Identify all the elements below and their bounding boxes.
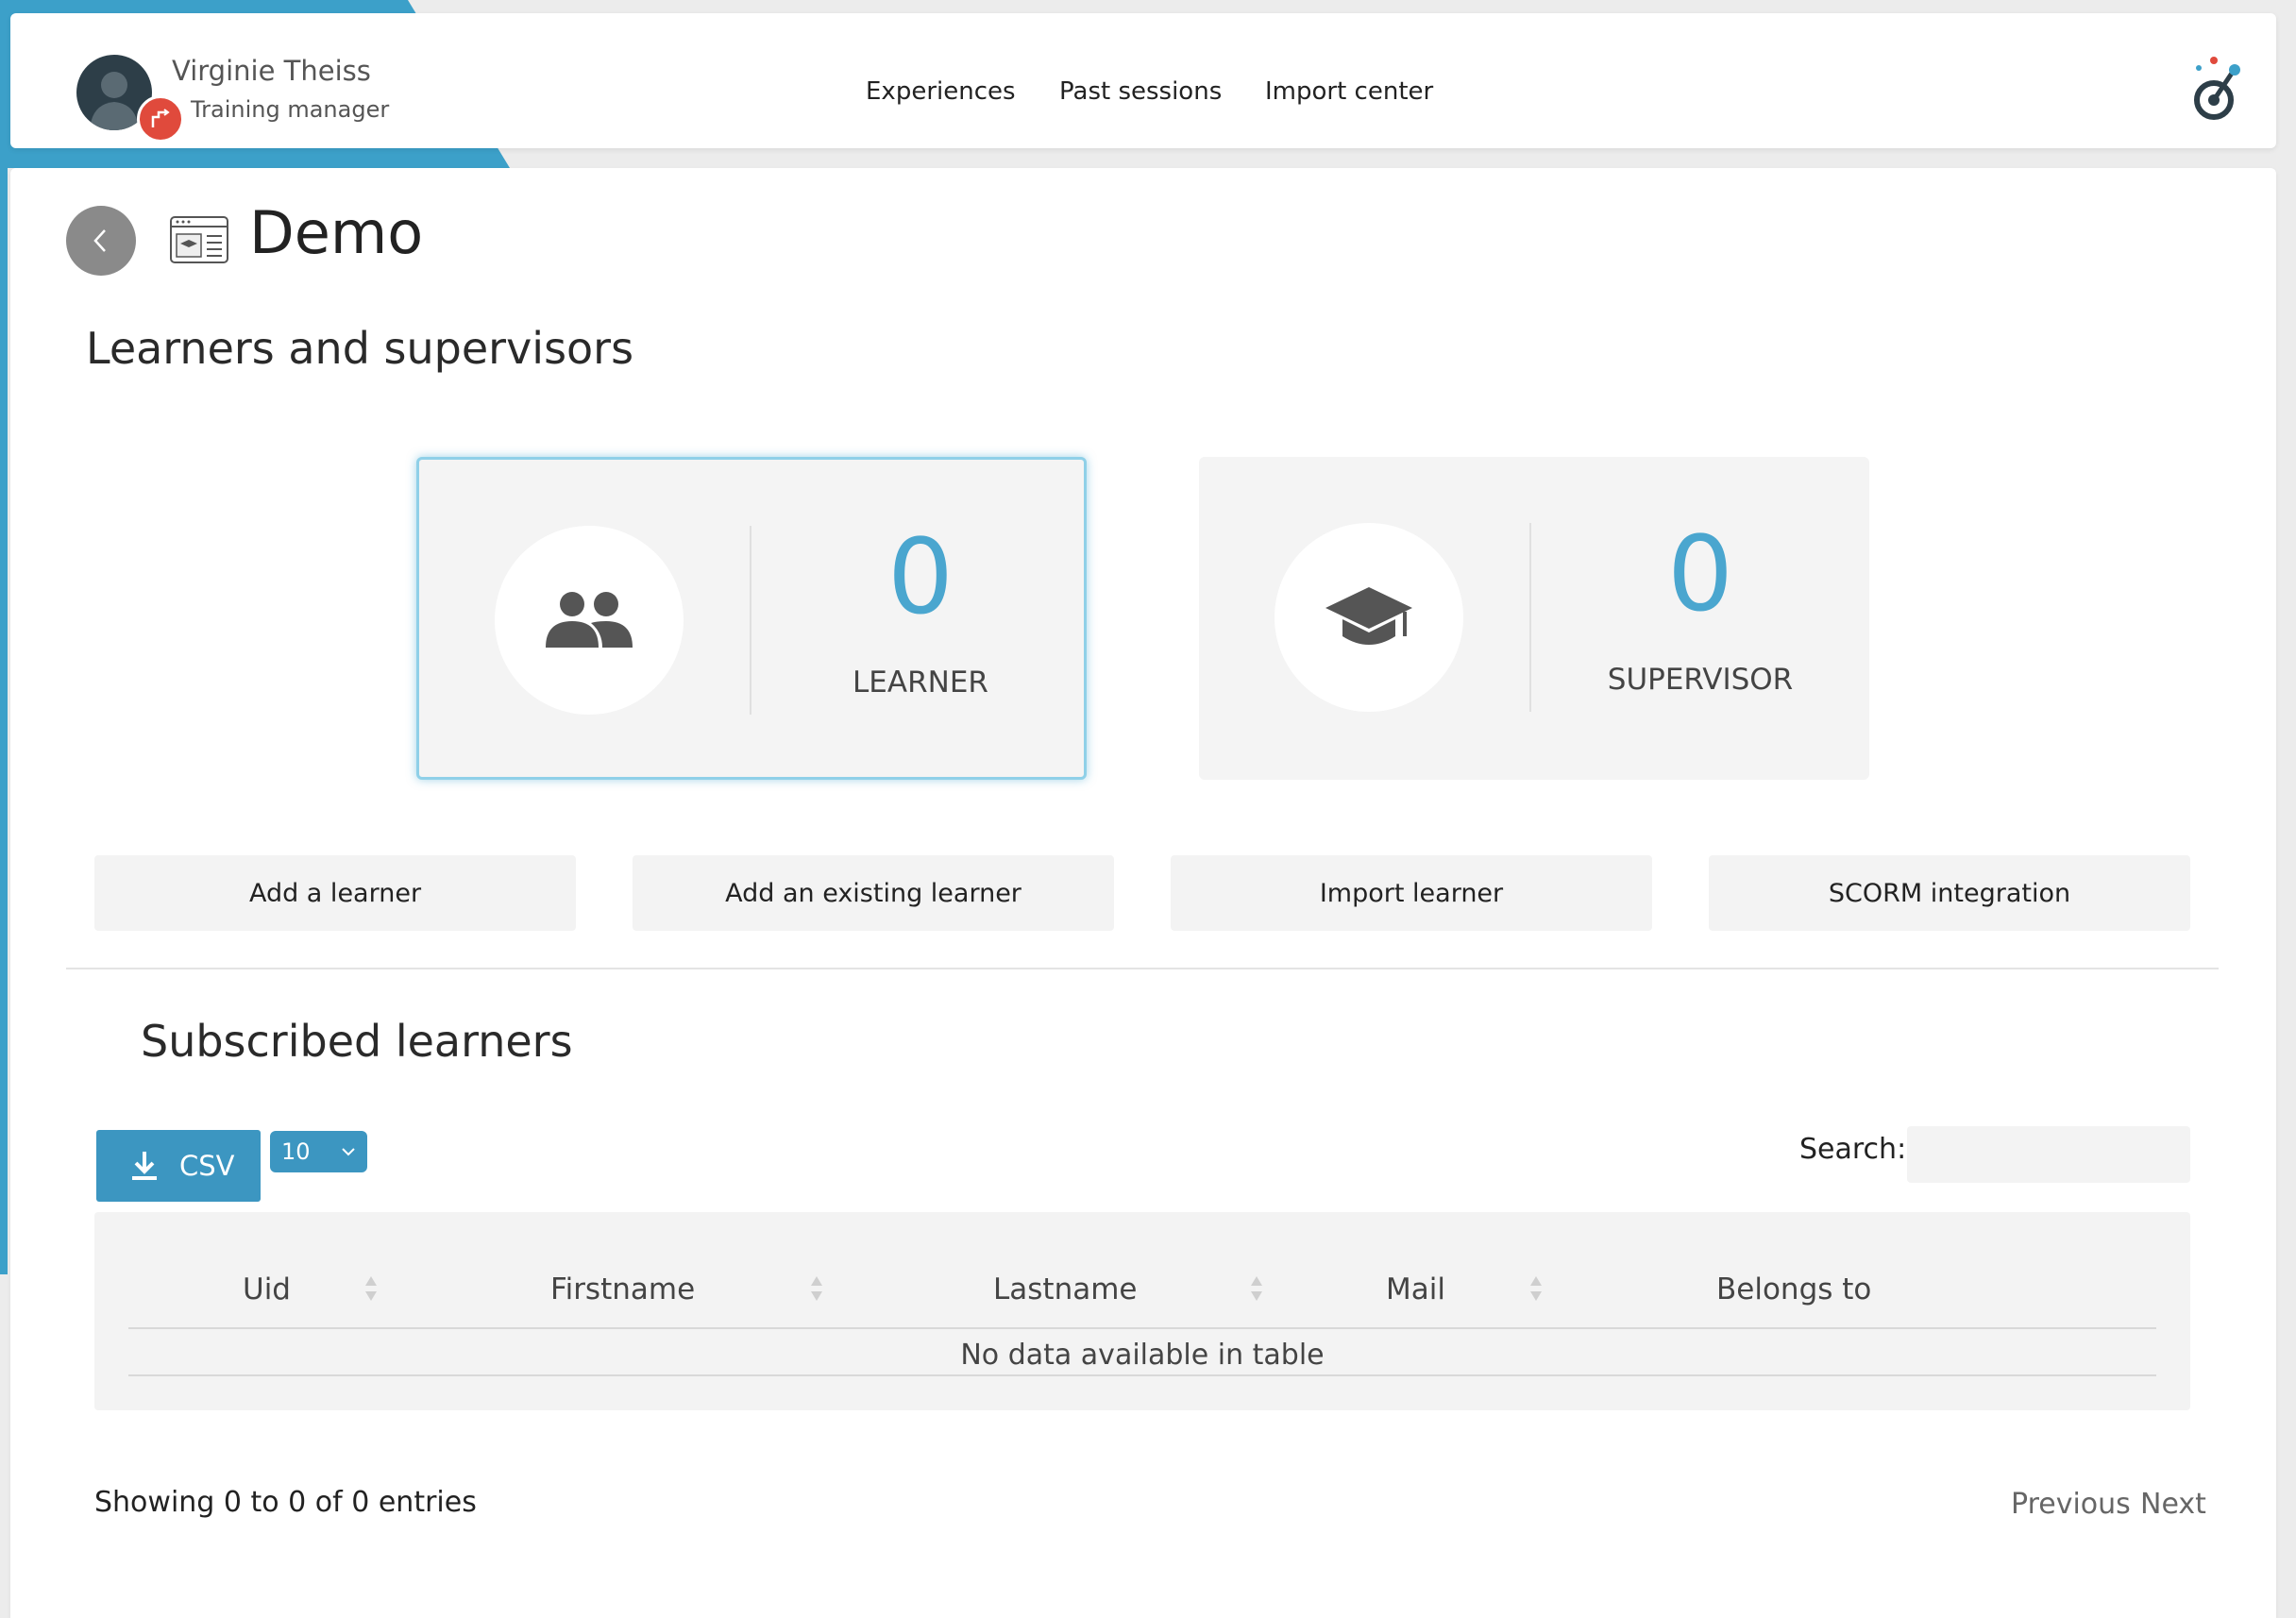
- supervisor-stat-card[interactable]: 0 SUPERVISOR: [1199, 457, 1869, 780]
- experience-card-icon: [170, 216, 228, 263]
- table-header-divider: [128, 1327, 2156, 1329]
- column-header-uid[interactable]: Uid: [243, 1272, 291, 1306]
- pagination-previous[interactable]: Previous: [2011, 1488, 2131, 1521]
- import-learner-button[interactable]: Import learner: [1171, 855, 1652, 931]
- main-panel: Demo Learners and supervisors 0 LEARNER: [10, 168, 2276, 1618]
- table-bottom-divider: [128, 1374, 2156, 1376]
- page-title: Demo: [249, 198, 424, 267]
- add-existing-learner-button[interactable]: Add an existing learner: [633, 855, 1114, 931]
- sort-icon[interactable]: [1528, 1274, 1544, 1303]
- learner-stat-card[interactable]: 0 LEARNER: [416, 457, 1087, 780]
- supervisor-label: SUPERVISOR: [1607, 663, 1794, 697]
- column-header-mail[interactable]: Mail: [1386, 1272, 1445, 1306]
- sort-icon[interactable]: [809, 1274, 824, 1303]
- column-header-lastname[interactable]: Lastname: [993, 1272, 1138, 1306]
- role-badge-icon: [137, 95, 184, 143]
- add-learner-button[interactable]: Add a learner: [94, 855, 576, 931]
- section-divider: [66, 968, 2219, 969]
- graduation-cap-icon: [1325, 587, 1412, 645]
- section-title-subscribed: Subscribed learners: [141, 1016, 573, 1067]
- nav-experiences[interactable]: Experiences: [866, 77, 1016, 106]
- back-button[interactable]: [66, 206, 136, 276]
- column-header-belongs-to: Belongs to: [1716, 1272, 1872, 1306]
- top-header: Virginie Theiss Training manager Experie…: [10, 13, 2276, 148]
- page-length-select[interactable]: 10: [270, 1131, 367, 1172]
- table-info: Showing 0 to 0 of 0 entries: [94, 1486, 477, 1519]
- pagination-next[interactable]: Next: [2140, 1488, 2206, 1521]
- users-icon: [546, 592, 633, 648]
- chevron-left-icon: [93, 229, 106, 252]
- csv-label: CSV: [179, 1150, 235, 1182]
- column-header-firstname[interactable]: Firstname: [550, 1272, 695, 1306]
- page-length-value: 10: [281, 1138, 311, 1165]
- learner-count: 0: [887, 516, 954, 637]
- scorm-integration-button[interactable]: SCORM integration: [1709, 855, 2190, 931]
- user-avatar[interactable]: [67, 42, 184, 143]
- csv-export-button[interactable]: CSV: [96, 1130, 261, 1202]
- learners-table: Uid Firstname Lastname Mail Belongs to N…: [94, 1212, 2190, 1410]
- learner-label: LEARNER: [853, 666, 988, 699]
- section-title-learners: Learners and supervisors: [86, 323, 634, 374]
- user-role: Training manager: [191, 96, 390, 123]
- brand-logo-icon[interactable]: [2186, 55, 2246, 125]
- chevron-down-icon: [342, 1148, 355, 1156]
- download-icon: [130, 1150, 159, 1182]
- table-empty-message: No data available in table: [960, 1339, 1325, 1372]
- supervisor-count: 0: [1667, 514, 1733, 634]
- nav-import-center[interactable]: Import center: [1265, 77, 1433, 106]
- sort-icon[interactable]: [363, 1274, 379, 1303]
- users-icon-circle: [495, 526, 684, 715]
- search-label: Search:: [1799, 1133, 1907, 1166]
- graduation-cap-icon-circle: [1275, 523, 1463, 712]
- nav-past-sessions[interactable]: Past sessions: [1059, 77, 1222, 106]
- page: Virginie Theiss Training manager Experie…: [0, 0, 2296, 1618]
- user-name: Virginie Theiss: [172, 55, 371, 87]
- search-input[interactable]: [1907, 1126, 2190, 1183]
- sort-icon[interactable]: [1249, 1274, 1264, 1303]
